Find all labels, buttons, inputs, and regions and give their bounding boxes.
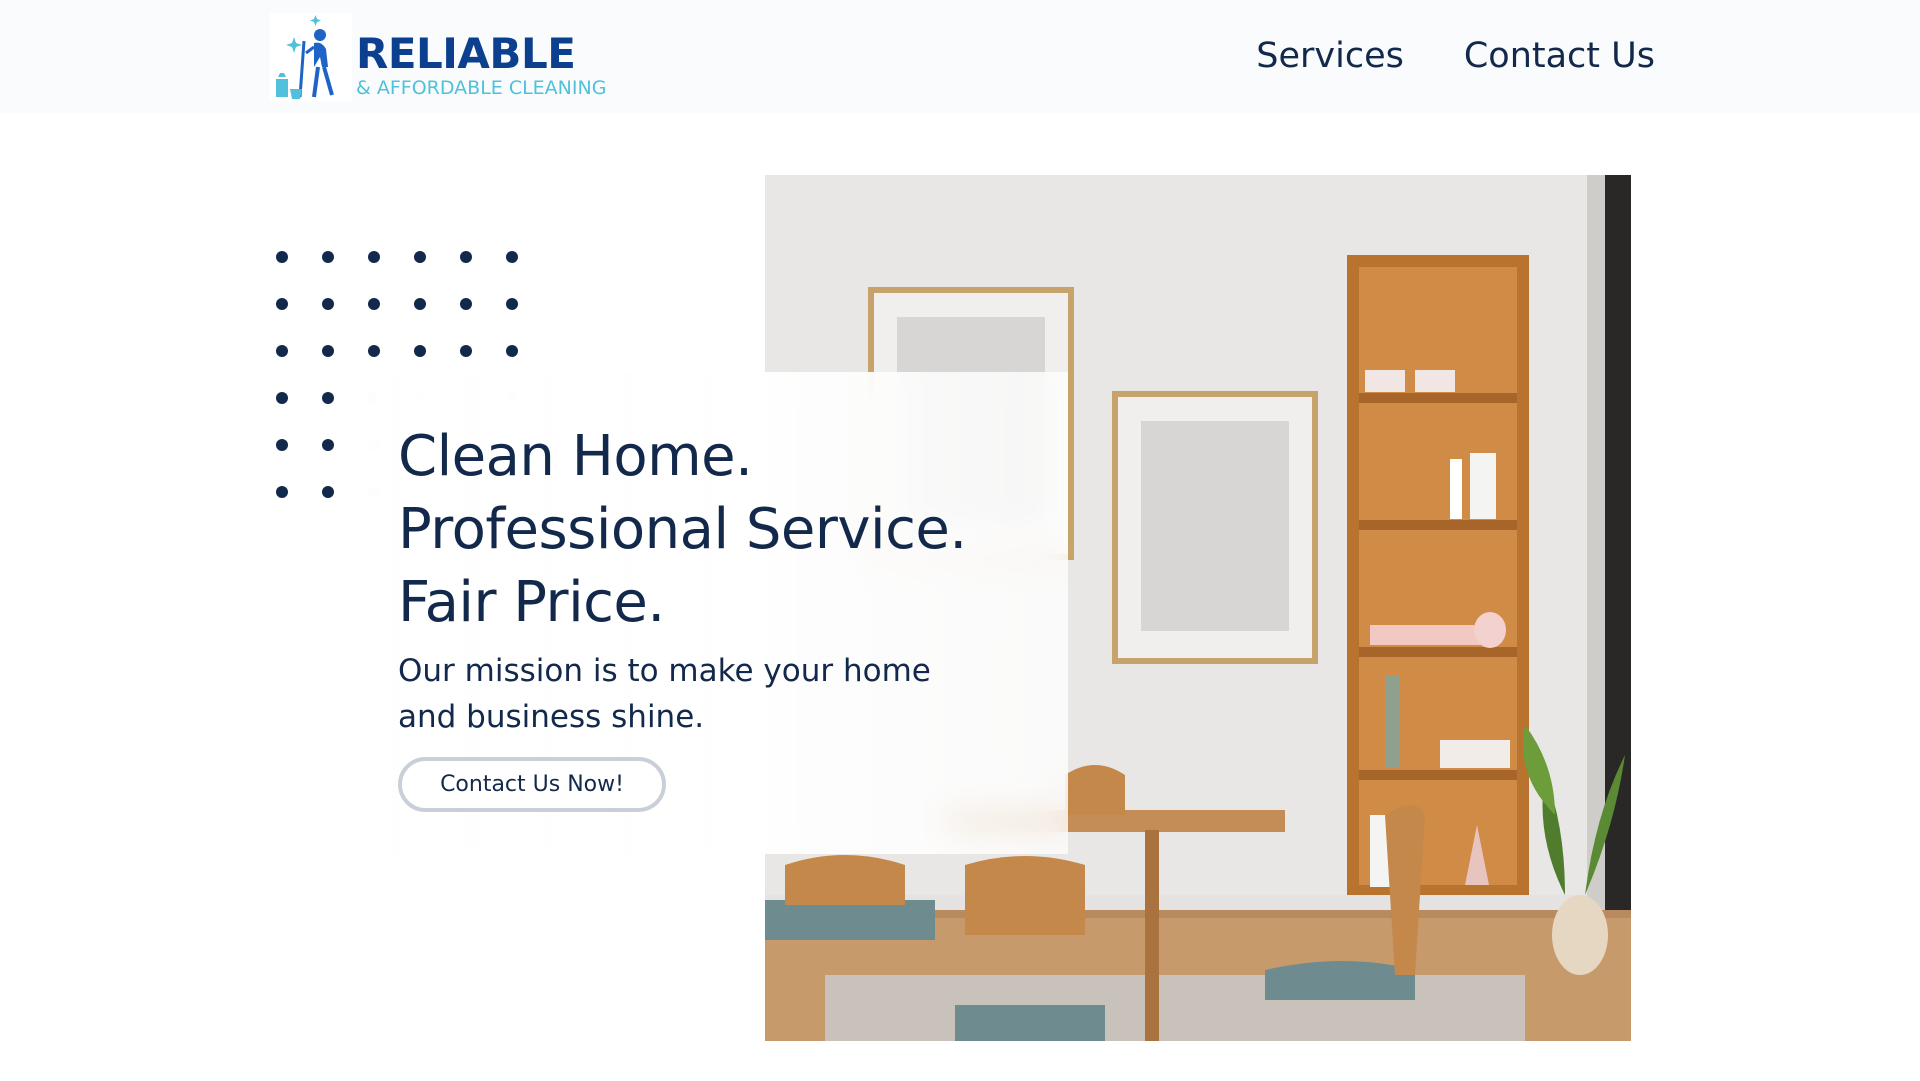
brand-logo[interactable]: RELIABLE & AFFORDABLE CLEANING: [270, 13, 610, 101]
site-header: RELIABLE & AFFORDABLE CLEANING Services …: [0, 0, 1920, 113]
nav-services[interactable]: Services: [1256, 35, 1404, 77]
nav-contact-us[interactable]: Contact Us: [1464, 35, 1655, 77]
brand-subtitle: & AFFORDABLE CLEANING: [356, 77, 607, 99]
cleaning-lady-icon: [270, 13, 352, 101]
headline-line-2: Professional Service.: [398, 497, 967, 562]
headline-line-1: Clean Home.: [398, 424, 753, 489]
contact-us-now-button[interactable]: Contact Us Now!: [398, 757, 666, 812]
headline-line-3: Fair Price.: [398, 570, 665, 635]
mission-text: Our mission is to make your home and bus…: [398, 653, 931, 735]
main-nav: Services Contact Us: [1256, 35, 1655, 77]
hero-headline: Clean Home. Professional Service. Fair P…: [398, 420, 967, 639]
brand-title: RELIABLE: [356, 29, 576, 78]
